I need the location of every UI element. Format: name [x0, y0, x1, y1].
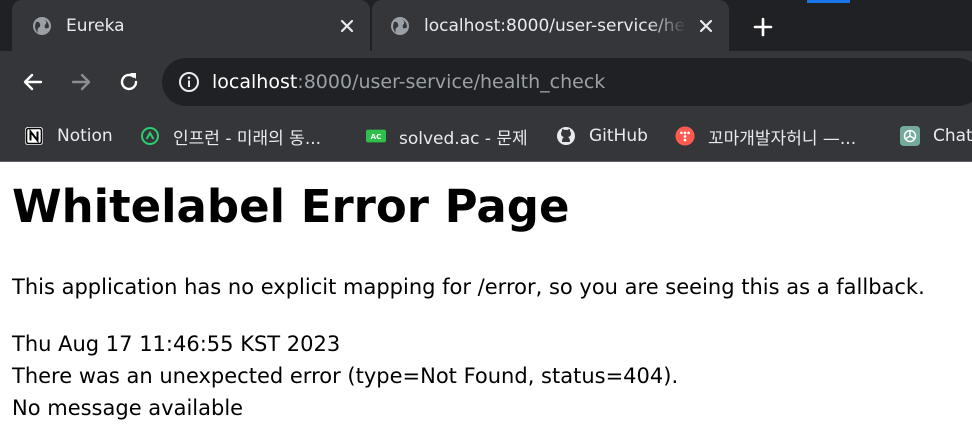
tab-eureka[interactable]: Eureka — [12, 0, 370, 51]
url-text[interactable]: localhost:8000/user-service/health_check — [212, 71, 605, 93]
bookmark-tistory[interactable]: 꼬마개발자허니 —... — [675, 114, 856, 158]
plus-icon — [753, 17, 773, 37]
bookmark-label: 꼬마개발자허니 —... — [708, 128, 857, 149]
tabstrip-accent-line — [807, 0, 850, 3]
bookmark-label: 인프런 - 미래의 동... — [173, 128, 322, 149]
reload-icon — [120, 73, 138, 91]
bookmark-solved-ac[interactable]: AC solved.ac - 문제 — [366, 114, 528, 158]
globe-icon — [33, 16, 51, 35]
bookmark-notion[interactable]: Notion — [24, 114, 113, 158]
tistory-icon — [675, 126, 695, 146]
bookmark-github[interactable]: GitHub — [556, 114, 648, 158]
back-button[interactable] — [17, 66, 49, 98]
error-timestamp: Thu Aug 17 11:46:55 KST 2023 — [12, 332, 341, 356]
error-status-line: There was an unexpected error (type=Not … — [12, 364, 679, 388]
close-icon — [699, 19, 713, 32]
inflearn-icon — [140, 126, 160, 146]
forward-arrow-icon — [71, 73, 91, 91]
bookmark-label: solved.ac - 문제 — [399, 128, 528, 149]
tab-close-button[interactable] — [336, 15, 358, 37]
url-host: localhost — [212, 71, 298, 93]
bookmark-inflearn[interactable]: 인프런 - 미래의 동... — [140, 114, 321, 158]
bookmark-label: GitHub — [589, 126, 648, 146]
new-tab-button[interactable] — [748, 12, 778, 42]
bookmark-label: Notion — [57, 126, 113, 146]
error-description: This application has no explicit mapping… — [12, 275, 925, 299]
globe-icon — [391, 16, 409, 35]
tab-close-button[interactable] — [695, 15, 717, 37]
solved-ac-icon-text: AC — [371, 132, 382, 141]
notion-icon — [24, 126, 44, 146]
url-path: :8000/user-service/health_check — [297, 71, 606, 93]
back-arrow-icon — [23, 73, 43, 91]
github-icon — [556, 126, 576, 146]
bookmarks-bar: Notion 인프런 - 미래의 동... AC solved.ac - 문제 … — [0, 114, 972, 162]
bookmark-chatgpt[interactable]: Chat — [900, 114, 972, 158]
chatgpt-icon — [900, 126, 920, 146]
tab-title: localhost:8000/user-service/health_check — [424, 15, 687, 36]
tab-strip: Eureka localhost:8000/user-service/healt… — [0, 0, 972, 51]
close-icon — [340, 19, 354, 32]
info-icon[interactable] — [178, 71, 200, 93]
reload-button[interactable] — [113, 66, 145, 98]
page-title: Whitelabel Error Page — [12, 180, 570, 233]
tab-title: Eureka — [66, 15, 125, 36]
page-content: Whitelabel Error Page This application h… — [0, 162, 972, 439]
address-bar[interactable]: localhost:8000/user-service/health_check — [162, 58, 972, 106]
solved-ac-icon: AC — [366, 126, 386, 146]
bookmark-label: Chat — [933, 126, 972, 146]
browser-toolbar: localhost:8000/user-service/health_check — [0, 51, 972, 114]
tab-health-check[interactable]: localhost:8000/user-service/health_check — [372, 0, 729, 51]
forward-button[interactable] — [65, 66, 97, 98]
error-message: No message available — [12, 396, 244, 420]
